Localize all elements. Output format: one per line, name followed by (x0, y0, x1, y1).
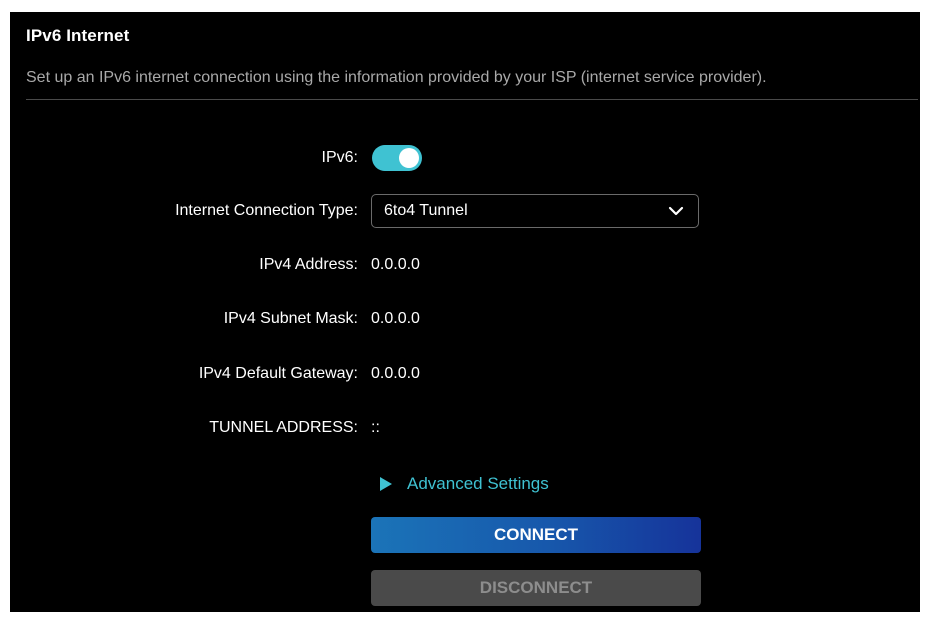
toggle-knob (399, 148, 419, 168)
connection-type-label: Internet Connection Type: (175, 202, 358, 219)
ipv6-toggle[interactable] (372, 145, 422, 171)
ipv4-default-gateway-row: IPv4 Default Gateway: 0.0.0.0 (10, 358, 920, 390)
ipv4-address-value: 0.0.0.0 (371, 256, 420, 273)
disconnect-button[interactable]: DISCONNECT (371, 570, 701, 606)
ipv4-subnet-mask-value: 0.0.0.0 (371, 310, 420, 327)
ipv4-address-row: IPv4 Address: 0.0.0.0 (10, 249, 920, 281)
ipv4-address-label: IPv4 Address: (259, 256, 358, 273)
ipv4-default-gateway-label: IPv4 Default Gateway: (198, 365, 358, 382)
triangle-right-icon (380, 477, 392, 491)
divider (26, 99, 918, 100)
chevron-down-icon (668, 206, 684, 216)
ipv4-subnet-mask-label: IPv4 Subnet Mask: (223, 310, 358, 327)
connection-type-select[interactable]: 6to4 Tunnel (371, 194, 699, 228)
tunnel-address-label: TUNNEL ADDRESS: (209, 419, 358, 436)
section-description: Set up an IPv6 internet connection using… (26, 69, 767, 86)
ipv6-internet-panel: IPv6 Internet Set up an IPv6 internet co… (10, 12, 920, 612)
section-title: IPv6 Internet (26, 26, 130, 45)
tunnel-address-value: :: (371, 419, 380, 436)
ipv6-label: IPv6: (321, 149, 358, 166)
advanced-settings-label: Advanced Settings (407, 474, 549, 493)
connect-button[interactable]: CONNECT (371, 517, 701, 553)
ipv4-default-gateway-value: 0.0.0.0 (371, 365, 420, 382)
ipv6-row: IPv6: (10, 142, 920, 174)
tunnel-address-row: TUNNEL ADDRESS: :: (10, 412, 920, 444)
connection-type-row: Internet Connection Type: 6to4 Tunnel (10, 194, 920, 228)
connection-type-value: 6to4 Tunnel (384, 202, 468, 219)
ipv4-subnet-mask-row: IPv4 Subnet Mask: 0.0.0.0 (10, 303, 920, 335)
